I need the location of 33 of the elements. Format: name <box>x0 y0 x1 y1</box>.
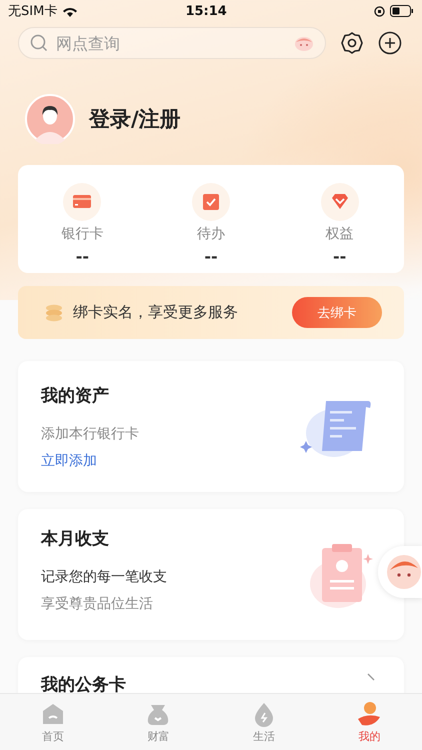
add-link[interactable]: 立即添加 <box>41 452 139 470</box>
banner-text: 绑卡实名，享受更多服务 <box>73 303 239 322</box>
coins-icon <box>45 304 63 322</box>
stat-value: -- <box>76 247 89 266</box>
card-text: 享受尊贵品位生活 <box>41 595 154 613</box>
bind-card-button[interactable]: 去绑卡 <box>292 297 382 328</box>
card-text: 添加本行银行卡 <box>41 424 139 442</box>
carrier: 无SIM卡 <box>8 3 58 20</box>
mascot-icon <box>294 35 314 51</box>
stat-value: -- <box>204 247 218 266</box>
person-icon <box>356 700 382 726</box>
add-icon[interactable] <box>378 31 402 55</box>
stat-value: -- <box>333 247 346 266</box>
tab[interactable]: 生活 <box>211 694 316 750</box>
wifi-icon <box>62 5 78 17</box>
tab[interactable]: 我的 <box>316 694 422 750</box>
settings-icon[interactable] <box>340 31 364 55</box>
avatar[interactable] <box>25 94 75 144</box>
card-title: 本月收支 <box>41 528 110 550</box>
card-text: 记录您的每一笔收支 <box>41 568 167 586</box>
search-icon <box>30 34 48 52</box>
login-link[interactable]: 登录/注册 <box>89 105 181 133</box>
stat-label: 银行卡 <box>61 225 104 243</box>
tab[interactable]: 财富 <box>106 694 211 750</box>
card-title: 我的公务卡 <box>41 674 126 696</box>
clock: 15:14 <box>184 4 228 18</box>
card-title: 我的资产 <box>41 384 110 406</box>
bank-card-icon[interactable] <box>63 183 102 221</box>
tab[interactable]: 首页 <box>0 694 106 750</box>
stat-label: 待办 <box>196 225 225 243</box>
checkbox-icon[interactable] <box>192 183 230 221</box>
stat-label: 权益 <box>326 225 354 243</box>
battery-icon <box>390 5 414 17</box>
